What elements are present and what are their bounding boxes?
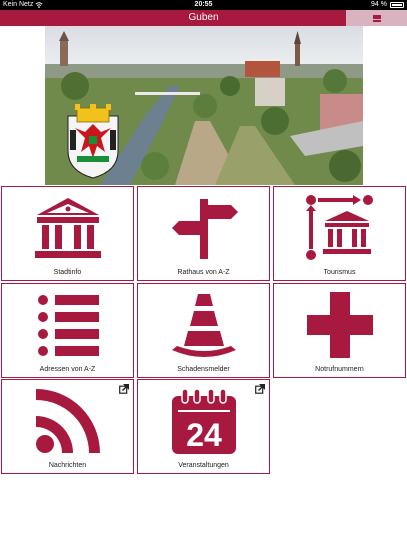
calendar-icon: 24 xyxy=(172,388,236,454)
rss-feed-icon xyxy=(36,389,100,453)
tile-nachrichten[interactable]: Nachrichten xyxy=(1,379,134,474)
traffic-cone-icon xyxy=(172,294,236,357)
menu-button[interactable] xyxy=(346,10,407,26)
signpost-icon xyxy=(172,199,238,259)
battery-percent: 94 % xyxy=(371,1,387,8)
nav-bar: Guben xyxy=(0,10,407,26)
tile-label: Nachrichten xyxy=(48,462,87,469)
tile-notrufnummern[interactable]: Notrufnummern xyxy=(273,283,406,378)
tile-label: Rathaus von A-Z xyxy=(177,269,230,276)
tile-label: Stadtinfo xyxy=(53,269,82,276)
tile-rathaus-a-z[interactable]: Rathaus von A-Z xyxy=(137,186,270,281)
tile-label: Veranstaltungen xyxy=(178,462,229,469)
city-photo xyxy=(45,26,363,185)
tile-label: Tourismus xyxy=(323,269,356,276)
status-time: 20:55 xyxy=(194,1,213,8)
tile-tourismus[interactable]: Tourismus xyxy=(273,186,406,281)
tile-label: Schadensmelder xyxy=(177,366,230,373)
tile-stadtinfo[interactable]: Stadtinfo xyxy=(1,186,134,281)
tile-label: Notrufnummern xyxy=(315,366,364,373)
building-icon xyxy=(35,198,101,258)
tourism-route-icon xyxy=(306,195,373,260)
red-cross-icon xyxy=(307,292,373,358)
external-link-icon xyxy=(119,384,129,394)
tile-label: Adressen von A-Z xyxy=(39,366,96,373)
tile-schadensmelder[interactable]: Schadensmelder xyxy=(137,283,270,378)
tile-adressen-a-z[interactable]: Adressen von A-Z xyxy=(1,283,134,378)
hamburger-icon xyxy=(372,14,381,22)
battery-icon xyxy=(390,2,404,8)
calendar-number: 24 xyxy=(186,417,222,453)
list-icon xyxy=(38,295,99,356)
external-link-icon xyxy=(255,384,265,394)
status-bar: Kein Netz 20:55 94 % xyxy=(0,0,407,10)
tile-veranstaltungen[interactable]: 24 Veranstaltungen xyxy=(137,379,270,474)
